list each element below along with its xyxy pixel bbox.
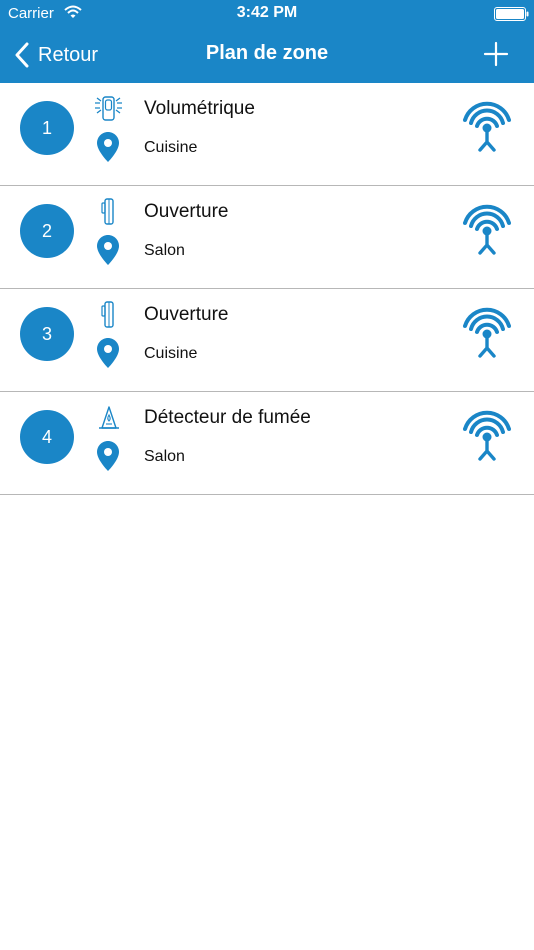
zone-row[interactable]: 3 Ouverture Cuisine xyxy=(0,289,534,392)
signal-antenna-icon[interactable] xyxy=(460,307,514,361)
status-bar: Carrier 3:42 PM xyxy=(0,0,534,28)
zone-number-badge: 4 xyxy=(20,410,74,464)
signal-antenna-icon[interactable] xyxy=(460,101,514,155)
zone-type-label: Volumétrique xyxy=(144,98,255,119)
zone-type-label: Ouverture xyxy=(144,304,229,325)
zone-list: 1 Volumétrique Cuisine 2 Ouverture Salon… xyxy=(0,83,534,495)
location-pin-icon xyxy=(97,132,119,162)
zone-type-label: Ouverture xyxy=(144,201,229,222)
zone-location-label: Salon xyxy=(144,448,185,465)
zone-location-label: Salon xyxy=(144,242,185,259)
zone-location-label: Cuisine xyxy=(144,345,198,362)
navigation-bar: Retour Plan de zone xyxy=(0,28,534,83)
zone-number-badge: 3 xyxy=(20,307,74,361)
door-contact-icon xyxy=(101,198,114,225)
status-time: 3:42 PM xyxy=(236,4,298,21)
page-title: Plan de zone xyxy=(205,42,329,64)
location-pin-icon xyxy=(97,441,119,471)
zone-type-label: Détecteur de fumée xyxy=(144,407,311,428)
battery-icon xyxy=(494,7,529,21)
location-pin-icon xyxy=(97,338,119,368)
top-bar: Carrier 3:42 PM Retour Plan de zone xyxy=(0,0,534,83)
zone-row[interactable]: 4 Détecteur de fumée Salon xyxy=(0,392,534,495)
zone-location-label: Cuisine xyxy=(144,139,198,156)
motion-detector-icon xyxy=(95,96,122,121)
zone-row[interactable]: 2 Ouverture Salon xyxy=(0,186,534,289)
zone-number-badge: 2 xyxy=(20,204,74,258)
location-pin-icon xyxy=(97,235,119,265)
door-contact-icon xyxy=(101,301,114,328)
smoke-detector-icon xyxy=(99,406,119,429)
signal-antenna-icon[interactable] xyxy=(460,204,514,258)
plus-icon[interactable] xyxy=(482,40,510,68)
signal-antenna-icon[interactable] xyxy=(460,410,514,464)
zone-number-badge: 1 xyxy=(20,101,74,155)
zone-row[interactable]: 1 Volumétrique Cuisine xyxy=(0,83,534,186)
